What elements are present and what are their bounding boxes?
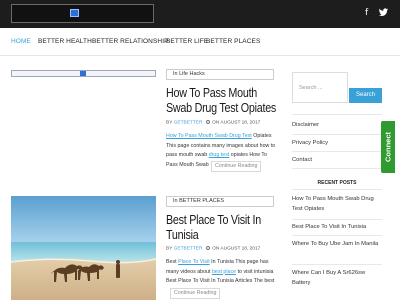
excerpt-text: opiates How To — [229, 152, 267, 158]
divider — [292, 151, 382, 152]
clock-icon — [205, 246, 210, 250]
divider — [292, 219, 382, 220]
recent-post-link[interactable]: How To Pass Mouth Swab Drug Test Opiates — [292, 194, 384, 214]
excerpt-link[interactable]: best place — [212, 269, 236, 275]
broken-image-icon — [80, 71, 86, 76]
post-title-line: Tunisia — [166, 228, 199, 242]
excerpt-text: many videos about — [166, 268, 212, 275]
post-date: ON AUGUST 18, 2017 — [212, 246, 261, 252]
clock-icon — [205, 120, 210, 124]
recent-post-link[interactable]: Best Place To Visit In Tunisia — [292, 222, 384, 232]
nav-better-places[interactable]: BETTER PLACES — [206, 38, 260, 46]
excerpt-text: Best Place To Visit In Tunisia Articles … — [166, 278, 275, 284]
recent-posts-heading: RECENT POSTS — [317, 180, 357, 186]
post-author-link[interactable]: GETBETTER — [174, 247, 203, 252]
connect-tab[interactable]: Connect — [381, 121, 395, 173]
excerpt-link[interactable]: Place To Visit — [178, 259, 210, 265]
divider — [292, 264, 382, 265]
recent-post-link[interactable]: Where Can I Buy A Sr626sw Battery — [292, 268, 384, 288]
divider — [292, 114, 382, 115]
top-bar: f — [0, 0, 400, 28]
continue-reading-button[interactable]: Continue Reading — [170, 288, 221, 299]
sidebar-link-contact[interactable]: Contact — [292, 156, 312, 164]
post-meta: BY GETBETTER ON AUGUST 18, 2017 — [166, 120, 260, 127]
post-category[interactable]: In BETTER PLACES — [166, 196, 274, 207]
excerpt-text: This page contains many images about how… — [166, 142, 276, 149]
nav-better-relationship[interactable]: BETTER RELATIONSHIP — [92, 38, 169, 46]
post-date: ON AUGUST 18, 2017 — [212, 120, 261, 126]
post-title-line: How To Pass Mouth — [166, 86, 258, 100]
nav-better-life[interactable]: BETTER LIFE — [166, 38, 208, 46]
excerpt-text: Best — [166, 259, 179, 265]
post-title-line: Best Place To Visit In — [166, 213, 261, 227]
excerpt-text: Opiates — [251, 133, 272, 139]
search-button[interactable]: Search — [349, 88, 382, 103]
meta-by: BY — [166, 246, 173, 252]
sidebar-link-privacy-policy[interactable]: Privacy Policy — [292, 139, 328, 147]
continue-reading-button[interactable]: Continue Reading — [211, 161, 262, 172]
recent-post-link[interactable]: Where To Buy Ube Jam In Manila — [292, 239, 384, 249]
divider — [292, 189, 382, 190]
divider — [292, 235, 382, 236]
excerpt-link[interactable]: drug test — [209, 152, 230, 158]
excerpt-text: to visit intunisia — [236, 268, 274, 275]
post-author-link[interactable]: GETBETTER — [174, 121, 203, 126]
nav-home[interactable]: HOME — [11, 38, 31, 46]
post-title[interactable]: Best Place To Visit In Tunisia — [166, 213, 267, 243]
sidebar-link-disclaimer[interactable]: Disclaimer — [292, 121, 319, 129]
excerpt-text: In Tunisia This page has — [209, 259, 269, 265]
nav-better-health[interactable]: BETTER HEALTH — [38, 38, 92, 46]
post-title[interactable]: How To Pass Mouth Swab Drug Test Opiates — [166, 86, 277, 116]
facebook-icon[interactable]: f — [365, 8, 368, 18]
site-logo[interactable] — [11, 4, 154, 23]
excerpt-link[interactable]: How To Pass Mouth Swab Drug Test — [166, 133, 252, 139]
divider — [292, 168, 382, 169]
meta-by: BY — [166, 120, 173, 126]
twitter-icon[interactable] — [379, 8, 388, 19]
post-image[interactable] — [11, 196, 156, 300]
connect-label: Connect — [383, 132, 393, 162]
post-category[interactable]: In Life Hacks — [166, 69, 274, 80]
search-input[interactable]: Search ... — [292, 72, 348, 103]
excerpt-text: pass mouth swab — [166, 152, 209, 158]
post-excerpt: Best Place To Visit In Tunisia This page… — [166, 258, 278, 287]
post-title-line: Swab Drug Test Opiates — [166, 101, 277, 115]
post-thumbnail[interactable] — [11, 70, 156, 77]
broken-image-icon — [70, 9, 79, 17]
divider — [292, 134, 382, 135]
main-nav: HOME BETTER HEALTH BETTER RELATIONSHIP B… — [0, 28, 400, 56]
post-meta: BY GETBETTER ON AUGUST 18, 2017 — [166, 246, 260, 253]
